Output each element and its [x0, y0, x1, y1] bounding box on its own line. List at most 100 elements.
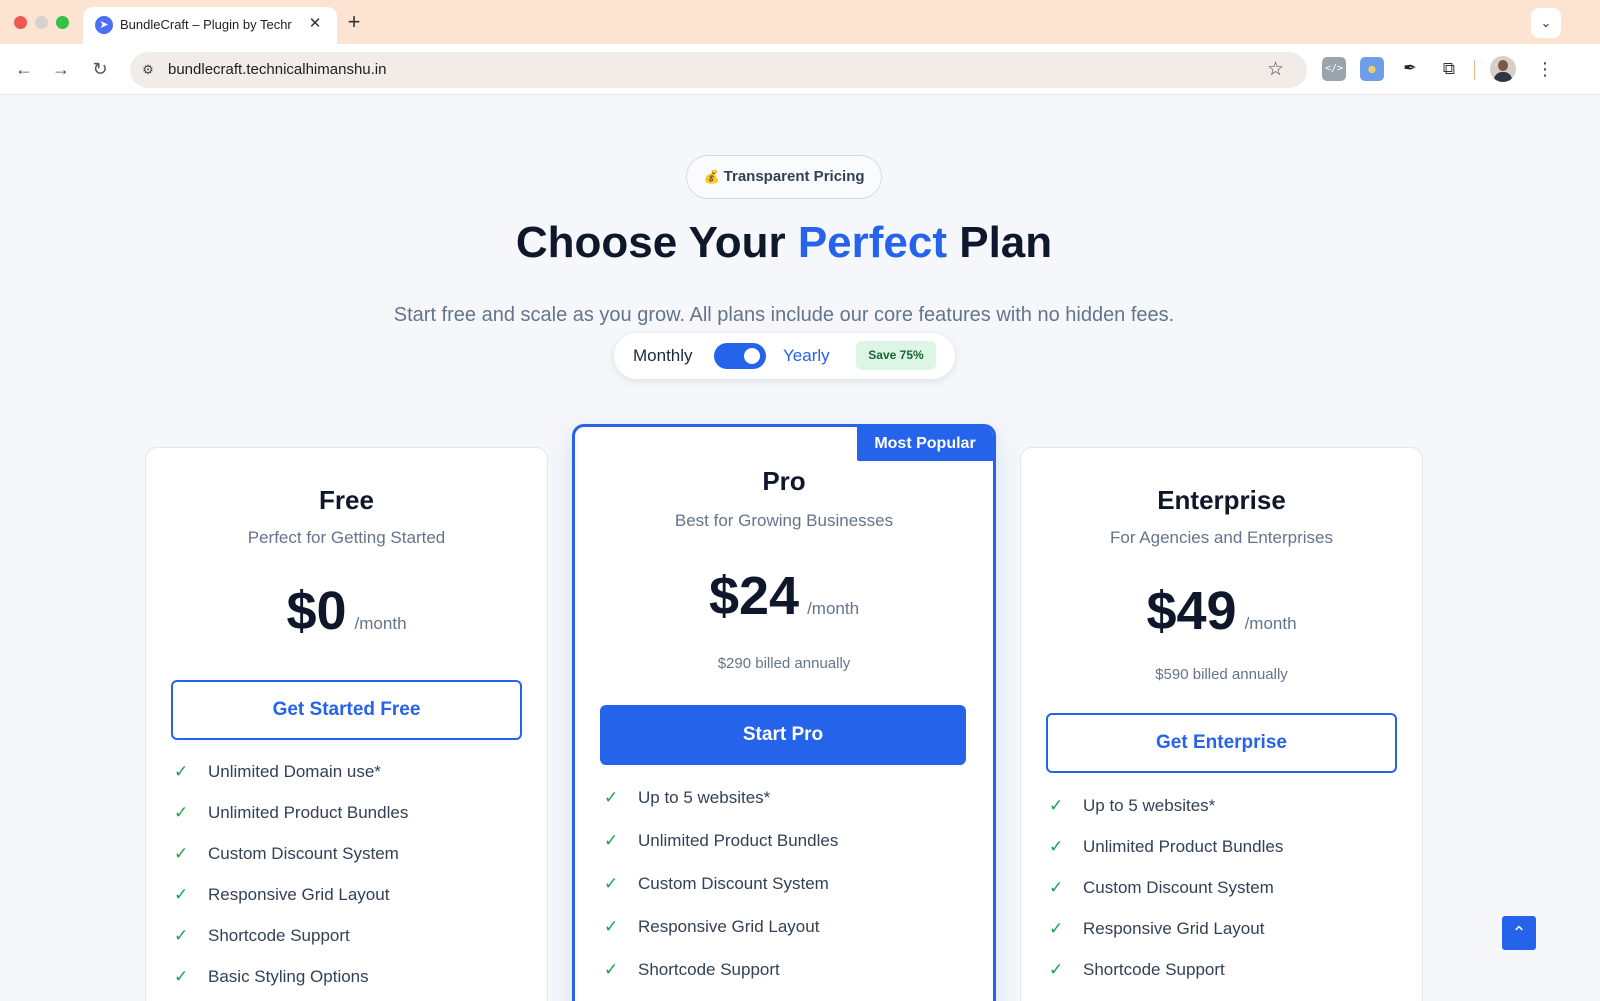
- reload-icon[interactable]: ↻: [87, 56, 113, 82]
- feature-label: Responsive Grid Layout: [208, 885, 390, 904]
- address-bar[interactable]: ⚙ bundlecraft.technicalhimanshu.in ☆: [130, 52, 1307, 88]
- chevron-down-icon[interactable]: ⌄: [1531, 8, 1561, 38]
- feature-label: Custom Discount System: [1083, 878, 1274, 897]
- minimize-window-button[interactable]: [35, 16, 48, 29]
- billed-annually-note: $590 billed annually: [1155, 666, 1288, 683]
- most-popular-badge: Most Popular: [857, 427, 993, 461]
- check-icon: ✓: [604, 831, 619, 850]
- yearly-option[interactable]: Yearly: [783, 345, 830, 367]
- feature-label: Custom Discount System: [638, 874, 829, 893]
- feature-label: Shortcode Support: [208, 926, 350, 945]
- plan-price: $49: [1146, 581, 1237, 641]
- check-icon: ✓: [604, 917, 619, 936]
- feature-label: Up to 5 websites*: [1083, 796, 1216, 815]
- page-title: Choose Your Perfect Plan: [11, 215, 1557, 271]
- page-subtitle: Start free and scale as you grow. All pl…: [393, 304, 1175, 326]
- feature-item: ✓ Custom Discount System: [174, 842, 514, 883]
- check-icon: ✓: [174, 762, 189, 781]
- browser-tab-bar: ➤ BundleCraft – Plugin by Techr ✕ + ⌄: [0, 0, 1600, 44]
- check-icon: ✓: [604, 874, 619, 893]
- profile-avatar[interactable]: [1490, 56, 1516, 82]
- plan-card-enterprise: Enterprise For Agencies and Enterprises …: [1020, 447, 1423, 1001]
- plan-price: $0: [286, 581, 347, 641]
- feature-label: Shortcode Support: [638, 960, 780, 979]
- check-icon: ✓: [604, 960, 619, 979]
- feature-item: ✓ Shortcode Support: [604, 958, 964, 1001]
- feature-item: ✓ Up to 5 websites*: [604, 786, 964, 829]
- price-period: /month: [807, 599, 860, 618]
- feature-item: ✓ Unlimited Product Bundles: [1049, 835, 1389, 876]
- pricing-section: 💰 Transparent Pricing Choose Your Perfect…: [11, 96, 1557, 1001]
- plan-feature-list: ✓ Unlimited Domain use* ✓ Unlimited Produc…: [174, 760, 514, 1001]
- feature-label: Shortcode Support: [1083, 960, 1225, 979]
- rocket-icon: ➤: [95, 16, 113, 34]
- forward-arrow-icon[interactable]: →: [48, 56, 74, 82]
- feature-item: ✓ Shortcode Support: [174, 924, 514, 965]
- new-tab-button[interactable]: +: [342, 10, 366, 34]
- monthly-option[interactable]: Monthly: [633, 345, 693, 367]
- get-enterprise-button[interactable]: Get Enterprise: [1046, 713, 1397, 773]
- feature-item: ✓ Custom Discount System: [604, 872, 964, 915]
- price-period: /month: [354, 614, 407, 633]
- switch-knob: [744, 348, 760, 364]
- plan-card-pro: Most Popular Pro Best for Growing Busine…: [572, 424, 996, 1001]
- headline-after: Plan: [947, 218, 1053, 267]
- chevron-up-icon[interactable]: ⌃: [1502, 916, 1536, 950]
- check-icon: ✓: [174, 885, 189, 904]
- badge-label: Transparent Pricing: [723, 168, 865, 185]
- check-icon: ✓: [174, 844, 189, 863]
- browser-toolbar: ← → ↻ ⚙ bundlecraft.technicalhimanshu.in…: [0, 44, 1600, 95]
- feature-item: ✓ Responsive Grid Layout: [1049, 917, 1389, 958]
- start-pro-button[interactable]: Start Pro: [600, 705, 966, 765]
- price-row: $49/month: [1021, 581, 1422, 641]
- site-info-icon[interactable]: ⚙: [138, 60, 158, 80]
- get-started-free-button[interactable]: Get Started Free: [171, 680, 522, 740]
- feature-item: ✓ Shortcode Support: [1049, 958, 1389, 999]
- save-badge: Save 75%: [856, 341, 936, 370]
- code-extension-icon[interactable]: </>: [1322, 57, 1346, 81]
- plan-card-free: Free Perfect for Getting Started $0/mont…: [145, 447, 548, 1001]
- check-icon: ✓: [1049, 837, 1064, 856]
- billing-period-toggle: Monthly Yearly Save 75%: [614, 333, 955, 379]
- emoji-extension-icon[interactable]: ☻: [1360, 57, 1384, 81]
- avatar-head-shape: [1498, 60, 1508, 71]
- feature-label: Up to 5 websites*: [638, 788, 771, 807]
- feature-label: Custom Discount System: [208, 844, 399, 863]
- check-icon: ✓: [1049, 878, 1064, 897]
- plan-feature-list: ✓ Up to 5 websites* ✓ Unlimited Product Bu…: [604, 786, 964, 1001]
- feature-item: ✓ Responsive Grid Layout: [174, 883, 514, 924]
- feature-label: Unlimited Product Bundles: [638, 831, 839, 850]
- extensions-puzzle-icon[interactable]: ⧉: [1437, 57, 1461, 81]
- feature-item: ✓ Responsive Grid Layout: [604, 915, 964, 958]
- plan-price: $24: [708, 566, 800, 626]
- plan-description: For Agencies and Enterprises: [1109, 528, 1333, 547]
- close-icon[interactable]: ✕: [305, 14, 325, 34]
- price-period: /month: [1244, 614, 1297, 633]
- eyedropper-extension-icon[interactable]: ✒: [1398, 57, 1422, 81]
- plan-description: Best for Growing Businesses: [674, 511, 894, 530]
- more-menu-icon[interactable]: ⋮: [1535, 57, 1555, 81]
- avatar-body-shape: [1494, 72, 1512, 82]
- feature-item: ✓ Basic Styling Options: [174, 965, 514, 1001]
- money-bag-icon: 💰: [703, 169, 720, 184]
- url-text[interactable]: bundlecraft.technicalhimanshu.in: [168, 61, 386, 79]
- feature-item: ✓ Custom Discount System: [1049, 876, 1389, 917]
- check-icon: ✓: [174, 926, 189, 945]
- bookmark-star-icon[interactable]: ☆: [1267, 58, 1284, 82]
- feature-label: Unlimited Domain use*: [208, 762, 381, 781]
- feature-label: Unlimited Product Bundles: [208, 803, 409, 822]
- billing-switch[interactable]: [714, 343, 766, 369]
- tab-title: BundleCraft – Plugin by Techr: [120, 17, 292, 32]
- check-icon: ✓: [1049, 960, 1064, 979]
- check-icon: ✓: [604, 788, 619, 807]
- feature-label: Unlimited Product Bundles: [1083, 837, 1284, 856]
- plan-description: Perfect for Getting Started: [247, 528, 446, 547]
- check-icon: ✓: [174, 967, 189, 986]
- feature-label: Basic Styling Options: [208, 967, 369, 986]
- plan-feature-list: ✓ Up to 5 websites* ✓ Unlimited Product Bu…: [1049, 794, 1389, 999]
- close-window-button[interactable]: [14, 16, 27, 29]
- maximize-window-button[interactable]: [56, 16, 69, 29]
- browser-tab-active[interactable]: ➤ BundleCraft – Plugin by Techr ✕: [83, 7, 337, 44]
- back-arrow-icon[interactable]: ←: [11, 56, 37, 82]
- toolbar-divider: [1474, 60, 1475, 80]
